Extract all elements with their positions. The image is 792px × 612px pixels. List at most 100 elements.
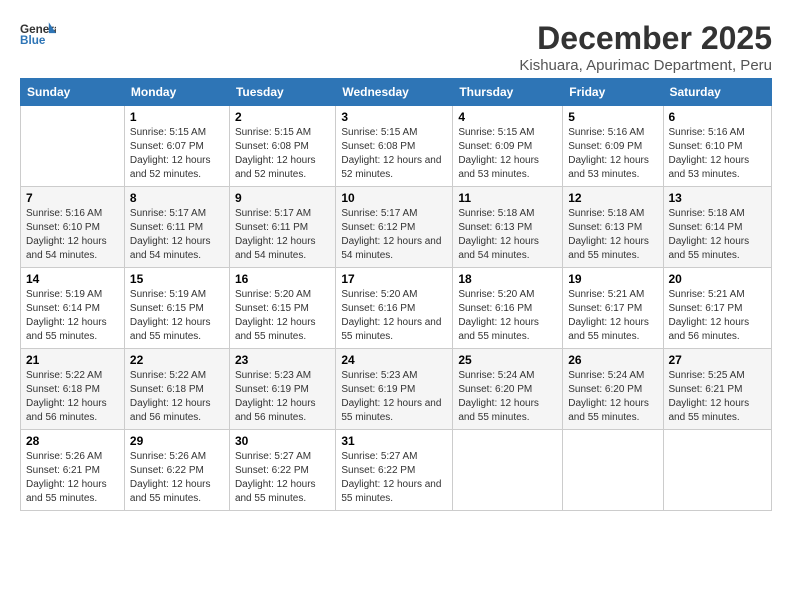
day-detail: Sunrise: 5:15 AMSunset: 6:09 PMDaylight:… [458, 126, 557, 182]
day-number: 23 [235, 353, 330, 367]
header-sunday: Sunday [21, 79, 125, 106]
day-number: 24 [341, 353, 447, 367]
calendar-cell: 28 Sunrise: 5:26 AMSunset: 6:21 PMDayligh… [21, 430, 125, 511]
day-detail: Sunrise: 5:18 AMSunset: 6:14 PMDaylight:… [669, 207, 767, 263]
day-number: 10 [341, 191, 447, 205]
calendar-cell: 22 Sunrise: 5:22 AMSunset: 6:18 PMDayligh… [124, 349, 229, 430]
calendar-cell: 21 Sunrise: 5:22 AMSunset: 6:18 PMDayligh… [21, 349, 125, 430]
calendar-table: SundayMondayTuesdayWednesdayThursdayFrid… [20, 78, 772, 511]
calendar-cell: 27Sunrise: 5:25 AMSunset: 6:21 PMDayligh… [663, 349, 772, 430]
day-number: 22 [130, 353, 224, 367]
calendar-cell: 4 Sunrise: 5:15 AMSunset: 6:09 PMDaylight… [453, 106, 563, 187]
day-detail: Sunrise: 5:22 AMSunset: 6:18 PMDaylight:… [26, 369, 119, 425]
calendar-cell: 1Sunrise: 5:15 AMSunset: 6:07 PMDaylight… [124, 106, 229, 187]
calendar-cell: 16 Sunrise: 5:20 AMSunset: 6:15 PMDayligh… [229, 268, 335, 349]
calendar-cell: 17 Sunrise: 5:20 AMSunset: 6:16 PMDayligh… [336, 268, 453, 349]
week-row-4: 21 Sunrise: 5:22 AMSunset: 6:18 PMDayligh… [21, 349, 772, 430]
day-detail: Sunrise: 5:19 AMSunset: 6:15 PMDaylight:… [130, 288, 224, 344]
header-wednesday: Wednesday [336, 79, 453, 106]
day-detail: Sunrise: 5:15 AMSunset: 6:08 PMDaylight:… [235, 126, 330, 182]
day-detail: Sunrise: 5:16 AMSunset: 6:10 PMDaylight:… [669, 126, 767, 182]
day-number: 8 [130, 191, 224, 205]
day-detail: Sunrise: 5:20 AMSunset: 6:15 PMDaylight:… [235, 288, 330, 344]
day-number: 4 [458, 110, 557, 124]
day-number: 26 [568, 353, 657, 367]
calendar-cell: 11Sunrise: 5:18 AMSunset: 6:13 PMDayligh… [453, 187, 563, 268]
calendar-cell: 10Sunrise: 5:17 AMSunset: 6:12 PMDayligh… [336, 187, 453, 268]
day-number: 25 [458, 353, 557, 367]
calendar-cell: 7Sunrise: 5:16 AMSunset: 6:10 PMDaylight… [21, 187, 125, 268]
day-detail: Sunrise: 5:27 AMSunset: 6:22 PMDaylight:… [235, 450, 330, 506]
header-tuesday: Tuesday [229, 79, 335, 106]
header-thursday: Thursday [453, 79, 563, 106]
calendar-cell: 30 Sunrise: 5:27 AMSunset: 6:22 PMDayligh… [229, 430, 335, 511]
day-number: 27 [669, 353, 767, 367]
day-number: 14 [26, 272, 119, 286]
week-row-1: 1Sunrise: 5:15 AMSunset: 6:07 PMDaylight… [21, 106, 772, 187]
week-row-5: 28 Sunrise: 5:26 AMSunset: 6:21 PMDayligh… [21, 430, 772, 511]
day-number: 21 [26, 353, 119, 367]
day-number: 9 [235, 191, 330, 205]
day-detail: Sunrise: 5:18 AMSunset: 6:13 PMDaylight:… [568, 207, 657, 263]
day-detail: Sunrise: 5:17 AMSunset: 6:11 PMDaylight:… [235, 207, 330, 263]
header-friday: Friday [563, 79, 663, 106]
day-number: 20 [669, 272, 767, 286]
day-detail: Sunrise: 5:21 AMSunset: 6:17 PMDaylight:… [669, 288, 767, 344]
day-detail: Sunrise: 5:22 AMSunset: 6:18 PMDaylight:… [130, 369, 224, 425]
calendar-cell [453, 430, 563, 511]
week-row-2: 7Sunrise: 5:16 AMSunset: 6:10 PMDaylight… [21, 187, 772, 268]
day-detail: Sunrise: 5:27 AMSunset: 6:22 PMDaylight:… [341, 450, 447, 506]
day-number: 11 [458, 191, 557, 205]
day-detail: Sunrise: 5:23 AMSunset: 6:19 PMDaylight:… [341, 369, 447, 425]
header-saturday: Saturday [663, 79, 772, 106]
day-number: 7 [26, 191, 119, 205]
subtitle: Kishuara, Apurimac Department, Peru [519, 57, 772, 74]
day-detail: Sunrise: 5:20 AMSunset: 6:16 PMDaylight:… [458, 288, 557, 344]
day-number: 16 [235, 272, 330, 286]
day-number: 18 [458, 272, 557, 286]
day-number: 29 [130, 434, 224, 448]
calendar-cell: 14 Sunrise: 5:19 AMSunset: 6:14 PMDayligh… [21, 268, 125, 349]
day-number: 31 [341, 434, 447, 448]
main-title: December 2025 [519, 20, 772, 57]
day-number: 1 [130, 110, 224, 124]
calendar-cell: 9 Sunrise: 5:17 AMSunset: 6:11 PMDaylight… [229, 187, 335, 268]
logo-icon: General Blue [20, 20, 56, 48]
day-detail: Sunrise: 5:26 AMSunset: 6:22 PMDaylight:… [130, 450, 224, 506]
calendar-cell: 26 Sunrise: 5:24 AMSunset: 6:20 PMDayligh… [563, 349, 663, 430]
calendar-cell: 15 Sunrise: 5:19 AMSunset: 6:15 PMDayligh… [124, 268, 229, 349]
calendar-cell: 3 Sunrise: 5:15 AMSunset: 6:08 PMDaylight… [336, 106, 453, 187]
page-header: General Blue December 2025 Kishuara, Apu… [20, 20, 772, 74]
logo: General Blue [20, 20, 56, 48]
svg-text:Blue: Blue [20, 34, 46, 47]
day-number: 30 [235, 434, 330, 448]
day-detail: Sunrise: 5:21 AMSunset: 6:17 PMDaylight:… [568, 288, 657, 344]
calendar-cell: 23Sunrise: 5:23 AMSunset: 6:19 PMDayligh… [229, 349, 335, 430]
day-number: 19 [568, 272, 657, 286]
day-number: 3 [341, 110, 447, 124]
day-number: 17 [341, 272, 447, 286]
calendar-cell: 6Sunrise: 5:16 AMSunset: 6:10 PMDaylight… [663, 106, 772, 187]
day-detail: Sunrise: 5:17 AMSunset: 6:11 PMDaylight:… [130, 207, 224, 263]
title-block: December 2025 Kishuara, Apurimac Departm… [519, 20, 772, 74]
calendar-cell [563, 430, 663, 511]
calendar-cell: 19 Sunrise: 5:21 AMSunset: 6:17 PMDayligh… [563, 268, 663, 349]
day-number: 2 [235, 110, 330, 124]
week-row-3: 14 Sunrise: 5:19 AMSunset: 6:14 PMDayligh… [21, 268, 772, 349]
calendar-cell: 12 Sunrise: 5:18 AMSunset: 6:13 PMDayligh… [563, 187, 663, 268]
day-detail: Sunrise: 5:16 AMSunset: 6:09 PMDaylight:… [568, 126, 657, 182]
calendar-cell: 24 Sunrise: 5:23 AMSunset: 6:19 PMDayligh… [336, 349, 453, 430]
day-detail: Sunrise: 5:24 AMSunset: 6:20 PMDaylight:… [568, 369, 657, 425]
day-detail: Sunrise: 5:20 AMSunset: 6:16 PMDaylight:… [341, 288, 447, 344]
day-number: 15 [130, 272, 224, 286]
calendar-cell [21, 106, 125, 187]
calendar-cell: 29 Sunrise: 5:26 AMSunset: 6:22 PMDayligh… [124, 430, 229, 511]
day-number: 28 [26, 434, 119, 448]
day-detail: Sunrise: 5:15 AMSunset: 6:08 PMDaylight:… [341, 126, 447, 182]
day-number: 13 [669, 191, 767, 205]
day-detail: Sunrise: 5:26 AMSunset: 6:21 PMDaylight:… [26, 450, 119, 506]
calendar-cell: 31 Sunrise: 5:27 AMSunset: 6:22 PMDayligh… [336, 430, 453, 511]
day-number: 12 [568, 191, 657, 205]
calendar-cell: 18 Sunrise: 5:20 AMSunset: 6:16 PMDayligh… [453, 268, 563, 349]
day-detail: Sunrise: 5:19 AMSunset: 6:14 PMDaylight:… [26, 288, 119, 344]
